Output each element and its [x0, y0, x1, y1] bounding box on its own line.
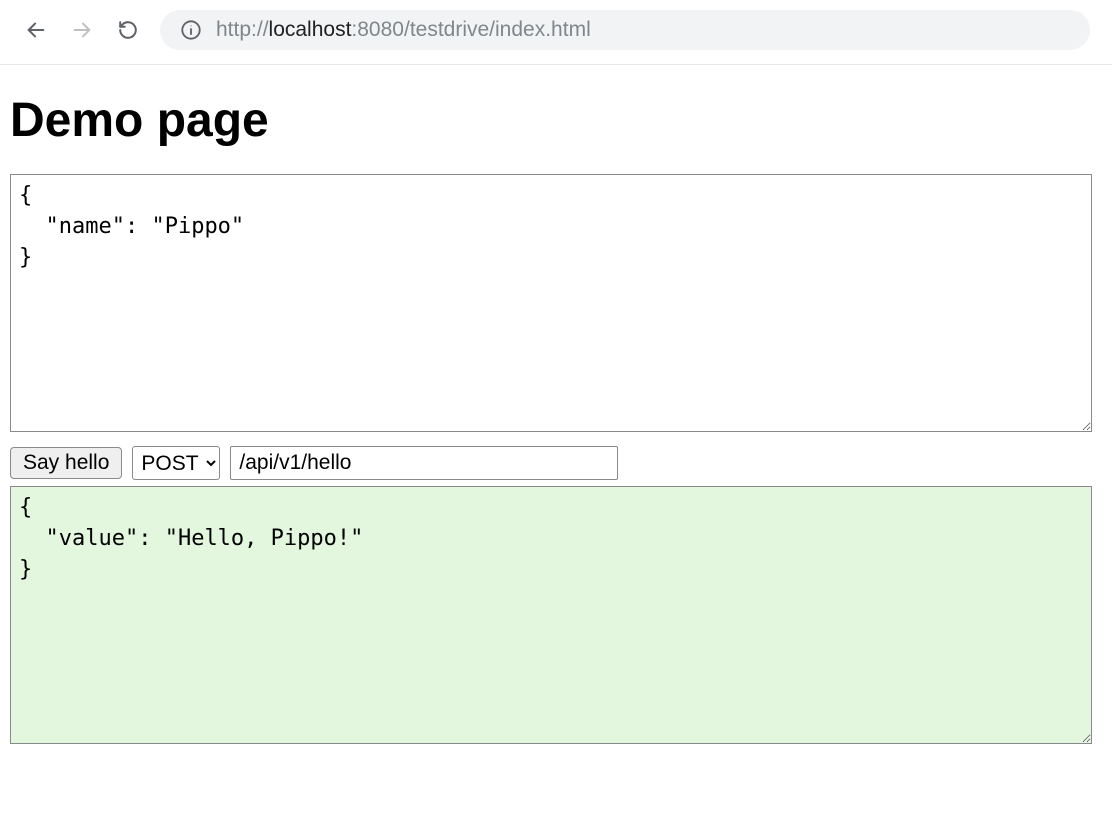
forward-button[interactable]	[68, 16, 96, 44]
say-hello-button[interactable]: Say hello	[10, 447, 122, 479]
http-method-select[interactable]: POST	[132, 446, 220, 480]
info-icon	[180, 19, 202, 41]
reload-icon	[117, 19, 139, 41]
controls-row: Say hello POST	[10, 446, 1102, 480]
browser-toolbar: http://localhost:8080/testdrive/index.ht…	[0, 0, 1112, 65]
url-host: localhost	[269, 18, 352, 41]
url-scheme: http://	[216, 18, 269, 41]
response-body-output[interactable]	[10, 486, 1092, 744]
endpoint-input[interactable]	[230, 446, 618, 480]
address-bar[interactable]: http://localhost:8080/testdrive/index.ht…	[160, 10, 1090, 50]
url-port: :8080	[351, 18, 404, 41]
back-button[interactable]	[22, 16, 50, 44]
page-title: Demo page	[10, 93, 1102, 148]
reload-button[interactable]	[114, 16, 142, 44]
arrow-left-icon	[25, 19, 47, 41]
request-body-input[interactable]	[10, 174, 1092, 432]
arrow-right-icon	[71, 19, 93, 41]
page-content: Demo page Say hello POST	[0, 65, 1112, 764]
url-path: /testdrive/index.html	[404, 18, 591, 41]
url-text: http://localhost:8080/testdrive/index.ht…	[216, 18, 591, 42]
